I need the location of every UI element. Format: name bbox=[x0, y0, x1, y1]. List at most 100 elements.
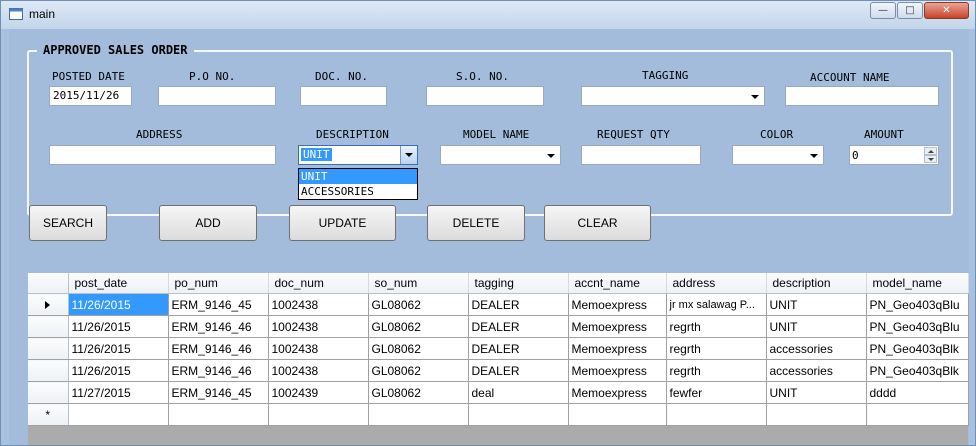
row-header[interactable] bbox=[28, 381, 69, 404]
table-cell[interactable] bbox=[168, 403, 269, 426]
table-cell[interactable]: GL08062 bbox=[368, 337, 469, 360]
model-name-combobox[interactable] bbox=[440, 145, 561, 165]
table-cell[interactable]: GL08062 bbox=[368, 293, 469, 316]
column-header[interactable]: post_date bbox=[68, 273, 169, 294]
table-row[interactable]: 11/26/2015 ERM_9146_46 1002438 GL08062 D… bbox=[28, 337, 969, 360]
description-combobox[interactable]: UNIT bbox=[298, 145, 418, 165]
table-cell[interactable]: ERM_9146_46 bbox=[168, 337, 269, 360]
dropdown-option-unit[interactable]: UNIT bbox=[299, 169, 417, 184]
column-header[interactable]: so_num bbox=[368, 273, 469, 294]
table-cell[interactable]: 11/26/2015 bbox=[68, 337, 169, 360]
grid-corner-header[interactable] bbox=[28, 273, 69, 294]
table-cell[interactable]: 11/26/2015 bbox=[68, 359, 169, 382]
table-cell[interactable]: UNIT bbox=[766, 293, 867, 316]
maximize-button[interactable]: □ bbox=[897, 2, 923, 19]
address-input[interactable] bbox=[49, 145, 276, 165]
table-cell[interactable]: DEALER bbox=[468, 359, 569, 382]
table-cell[interactable]: 1002438 bbox=[268, 359, 369, 382]
dropdown-option-accessories[interactable]: ACCESSORIES bbox=[299, 184, 417, 199]
table-cell[interactable] bbox=[468, 403, 569, 426]
description-dropdown-button[interactable] bbox=[400, 146, 417, 164]
table-cell[interactable]: ERM_9146_45 bbox=[168, 293, 269, 316]
doc-no-input[interactable] bbox=[300, 86, 387, 106]
table-row[interactable]: 11/26/2015 ERM_9146_46 1002438 GL08062 D… bbox=[28, 315, 969, 338]
table-cell[interactable] bbox=[68, 403, 169, 426]
current-row-indicator[interactable] bbox=[28, 293, 69, 316]
minimize-button[interactable]: — bbox=[870, 2, 896, 19]
spin-up-icon[interactable] bbox=[924, 147, 937, 155]
clear-button[interactable]: CLEAR bbox=[544, 205, 651, 241]
table-cell[interactable]: GL08062 bbox=[368, 315, 469, 338]
table-cell[interactable]: ERM_9146_45 bbox=[168, 381, 269, 404]
table-cell[interactable] bbox=[766, 403, 867, 426]
so-no-input[interactable] bbox=[426, 86, 544, 106]
table-cell[interactable]: UNIT bbox=[766, 315, 867, 338]
table-cell[interactable]: PN_Geo403qBlk bbox=[866, 337, 969, 360]
column-header[interactable]: tagging bbox=[468, 273, 569, 294]
table-cell[interactable]: 11/26/2015 bbox=[68, 293, 169, 316]
table-cell[interactable]: dddd bbox=[866, 381, 969, 404]
table-cell[interactable]: accessories bbox=[766, 337, 867, 360]
table-cell[interactable]: UNIT bbox=[766, 381, 867, 404]
table-cell[interactable]: Memoexpress bbox=[568, 315, 667, 338]
table-cell[interactable] bbox=[866, 403, 969, 426]
delete-button[interactable]: DELETE bbox=[427, 205, 525, 241]
table-cell[interactable]: Memoexpress bbox=[568, 293, 667, 316]
table-cell[interactable]: GL08062 bbox=[368, 381, 469, 404]
column-header[interactable]: accnt_name bbox=[568, 273, 667, 294]
column-header[interactable]: address bbox=[666, 273, 767, 294]
row-header[interactable] bbox=[28, 337, 69, 360]
table-cell[interactable]: regrth bbox=[666, 337, 767, 360]
title-bar[interactable]: main — □ ✕ bbox=[1, 1, 975, 29]
table-cell[interactable]: 1002438 bbox=[268, 293, 369, 316]
table-cell[interactable] bbox=[666, 403, 767, 426]
tagging-combobox[interactable] bbox=[581, 86, 765, 106]
amount-spinner[interactable]: 0 bbox=[849, 145, 939, 165]
column-header[interactable]: po_num bbox=[168, 273, 269, 294]
table-cell[interactable]: 11/27/2015 bbox=[68, 381, 169, 404]
po-no-input[interactable] bbox=[158, 86, 276, 106]
table-cell[interactable]: fewfer bbox=[666, 381, 767, 404]
table-cell[interactable]: DEALER bbox=[468, 315, 569, 338]
table-cell[interactable]: 1002439 bbox=[268, 381, 369, 404]
table-cell[interactable]: Memoexpress bbox=[568, 381, 667, 404]
table-cell[interactable]: 1002438 bbox=[268, 337, 369, 360]
column-header[interactable]: model_name bbox=[866, 273, 969, 294]
column-header[interactable]: doc_num bbox=[268, 273, 369, 294]
table-cell[interactable] bbox=[368, 403, 469, 426]
row-header[interactable] bbox=[28, 315, 69, 338]
table-cell[interactable]: regrth bbox=[666, 315, 767, 338]
row-header[interactable] bbox=[28, 359, 69, 382]
table-cell[interactable]: ERM_9146_46 bbox=[168, 359, 269, 382]
table-cell[interactable]: DEALER bbox=[468, 337, 569, 360]
table-cell[interactable]: PN_Geo403qBlu bbox=[866, 293, 969, 316]
table-cell[interactable]: 11/26/2015 bbox=[68, 315, 169, 338]
request-qty-input[interactable] bbox=[581, 145, 701, 165]
posted-date-input[interactable]: 2015/11/26 bbox=[49, 86, 132, 106]
spin-down-icon[interactable] bbox=[924, 155, 937, 163]
table-cell[interactable] bbox=[268, 403, 369, 426]
search-button[interactable]: SEARCH bbox=[29, 205, 107, 241]
table-cell[interactable]: Memoexpress bbox=[568, 337, 667, 360]
new-row[interactable]: * bbox=[28, 403, 969, 426]
table-cell[interactable] bbox=[568, 403, 667, 426]
table-cell[interactable]: DEALER bbox=[468, 293, 569, 316]
table-cell[interactable]: deal bbox=[468, 381, 569, 404]
update-button[interactable]: UPDATE bbox=[289, 205, 396, 241]
table-cell[interactable]: PN_Geo403qBlk bbox=[866, 359, 969, 382]
column-header[interactable]: description bbox=[766, 273, 867, 294]
table-cell[interactable]: PN_Geo403qBlu bbox=[866, 315, 969, 338]
table-row[interactable]: 11/27/2015 ERM_9146_45 1002439 GL08062 d… bbox=[28, 381, 969, 404]
table-cell[interactable]: regrth bbox=[666, 359, 767, 382]
account-name-input[interactable] bbox=[785, 86, 939, 106]
close-button[interactable]: ✕ bbox=[924, 2, 969, 19]
table-cell[interactable]: ERM_9146_46 bbox=[168, 315, 269, 338]
table-cell[interactable]: accessories bbox=[766, 359, 867, 382]
color-combobox[interactable] bbox=[732, 145, 824, 165]
table-cell[interactable]: jr mx salawag P... bbox=[666, 293, 767, 316]
table-cell[interactable]: GL08062 bbox=[368, 359, 469, 382]
table-row[interactable]: 11/26/2015 ERM_9146_46 1002438 GL08062 D… bbox=[28, 359, 969, 382]
table-row[interactable]: 11/26/2015 ERM_9146_45 1002438 GL08062 D… bbox=[28, 293, 969, 316]
add-button[interactable]: ADD bbox=[159, 205, 257, 241]
new-row-marker[interactable]: * bbox=[28, 403, 69, 426]
